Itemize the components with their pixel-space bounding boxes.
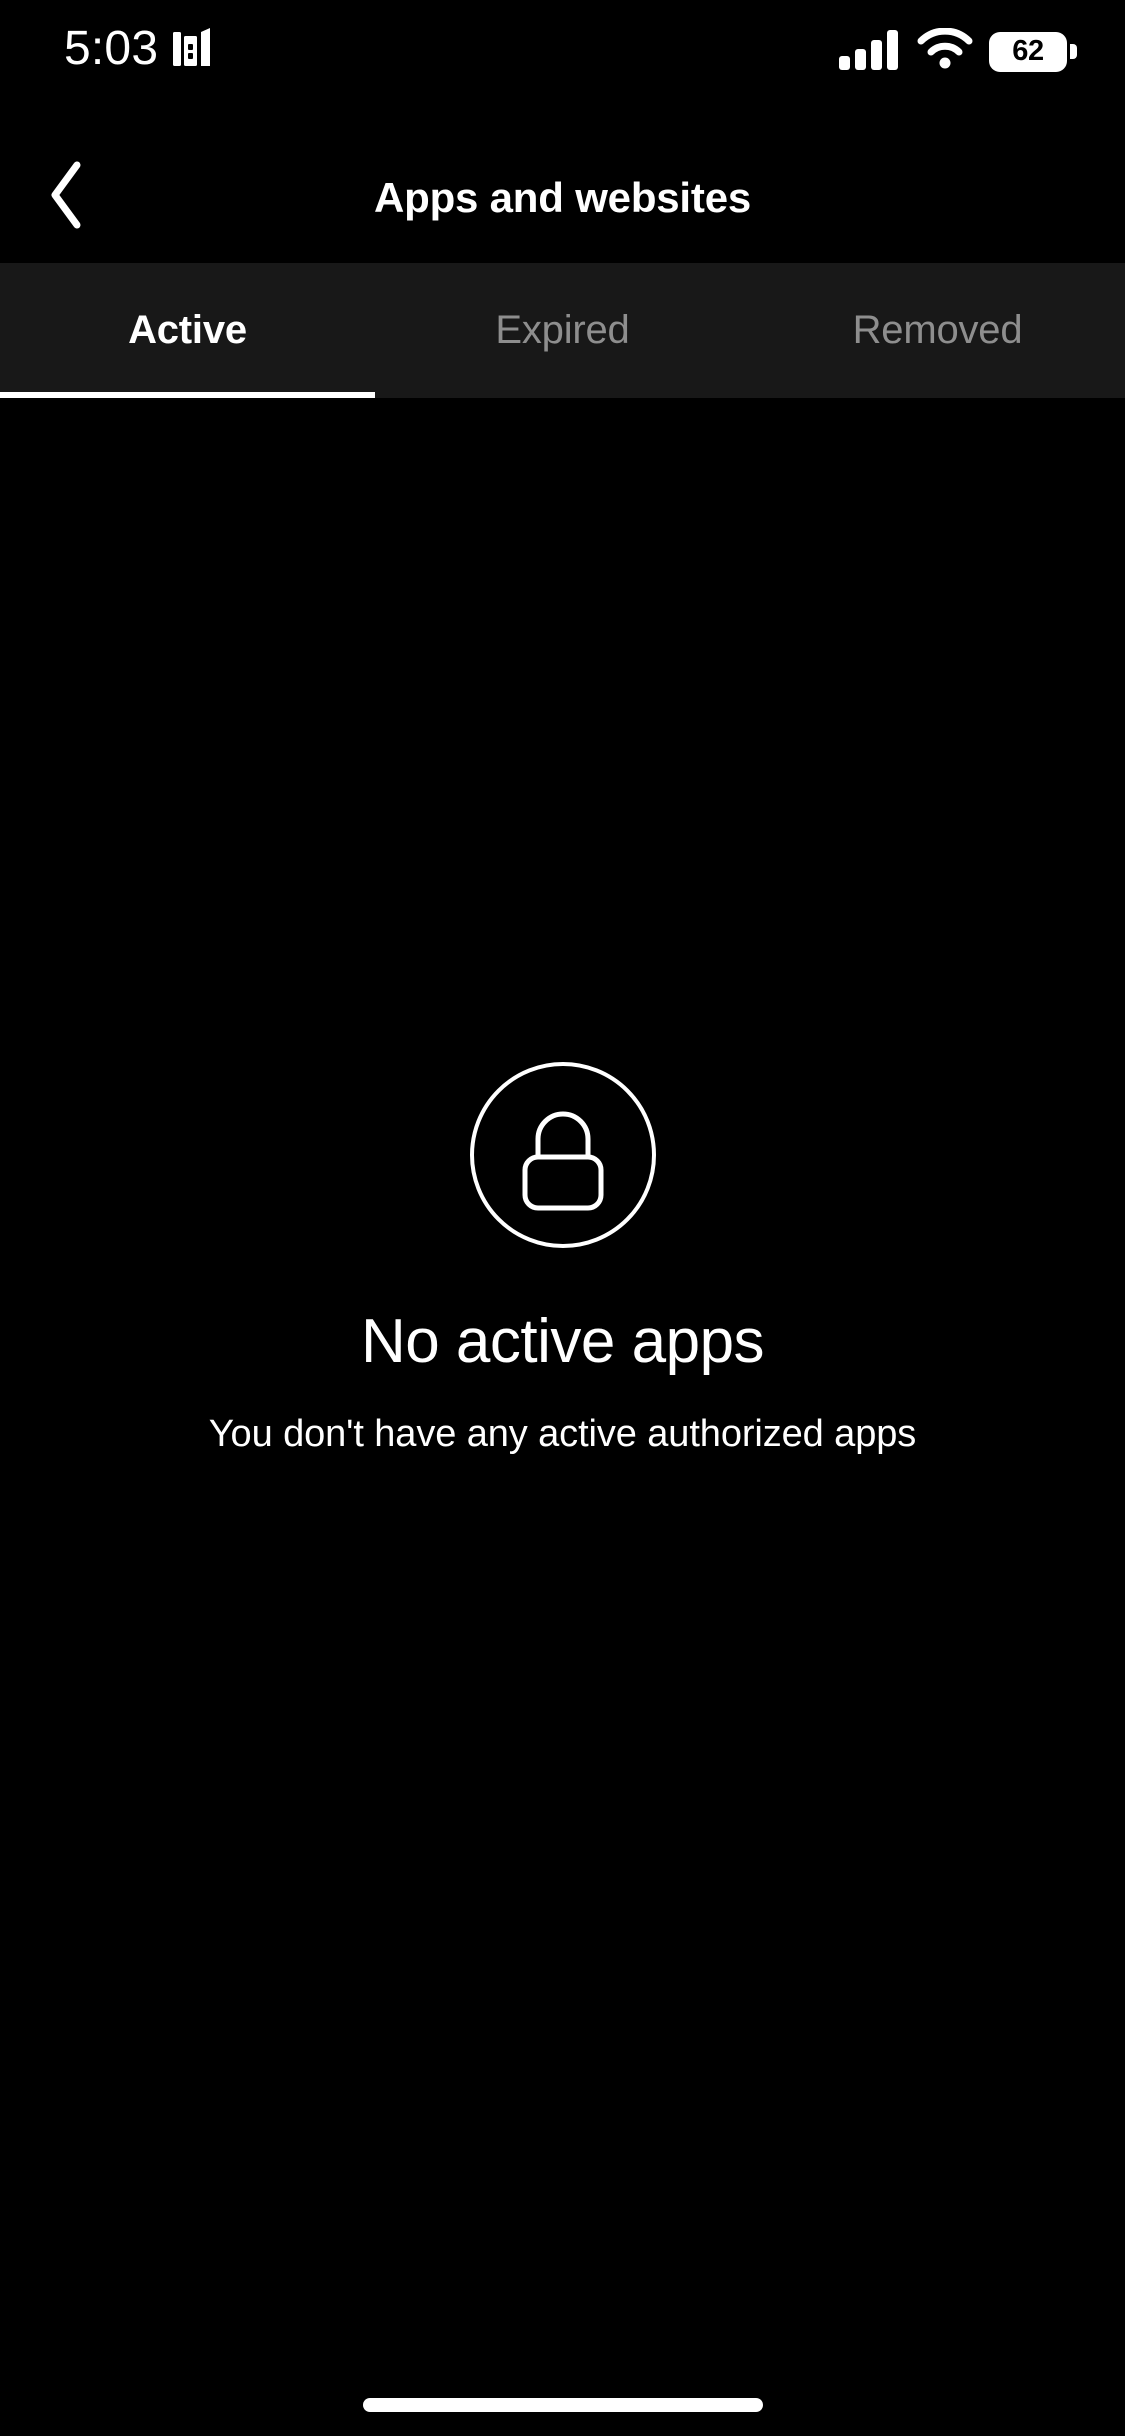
tab-active-label: Active — [128, 308, 247, 352]
battery-body: 62 — [989, 31, 1067, 72]
tab-active[interactable]: Active — [0, 263, 375, 398]
status-bar-clock: 5:03 — [64, 21, 159, 75]
navigation-header: Apps and websites — [0, 132, 1125, 263]
battery-icon: 62 — [989, 31, 1077, 72]
tab-removed[interactable]: Removed — [750, 263, 1125, 398]
battery-percent-label: 62 — [1012, 35, 1044, 67]
tab-bar: Active Expired Removed — [0, 263, 1125, 398]
empty-state-subtitle: You don't have any active authorized app… — [208, 1413, 917, 1455]
tab-expired-label: Expired — [495, 308, 630, 352]
content-area: No active apps You don't have any active… — [0, 398, 1125, 2436]
tab-removed-label: Removed — [852, 308, 1023, 352]
lock-circle-icon — [468, 1060, 658, 1255]
tab-expired[interactable]: Expired — [375, 263, 750, 398]
empty-state-title: No active apps — [360, 1307, 765, 1376]
status-bar-left: 5:03 — [64, 24, 218, 73]
status-bar: 5:03 62 — [0, 0, 1125, 132]
home-indicator[interactable] — [362, 2398, 763, 2412]
status-bar-right: 62 — [839, 27, 1077, 75]
wifi-icon — [917, 27, 973, 75]
empty-state: No active apps You don't have any active… — [0, 1060, 1125, 1453]
chevron-left-icon — [45, 160, 89, 235]
books-icon — [172, 24, 218, 73]
battery-terminal — [1070, 44, 1077, 59]
page-title: Apps and websites — [373, 173, 752, 221]
back-button[interactable] — [12, 132, 122, 263]
phone-screen: 5:03 62 Apps and websites Active Expired… — [0, 0, 1125, 2436]
cellular-signal-icon — [839, 28, 901, 75]
